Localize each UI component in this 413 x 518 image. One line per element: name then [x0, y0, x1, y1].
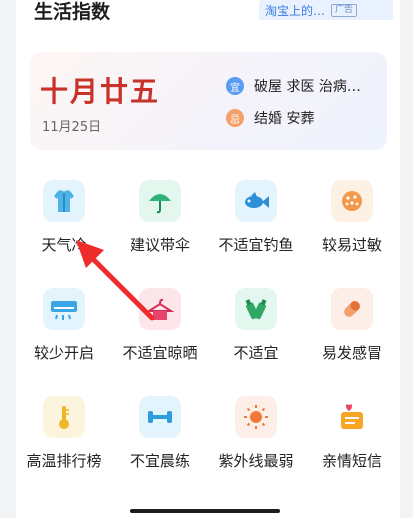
- section-title: 生活指数: [34, 1, 111, 23]
- index-label: 不适宜: [233, 344, 279, 362]
- index-label: 易发感冒: [321, 344, 382, 362]
- index-label: 天气冷: [41, 236, 87, 254]
- index-item-drying[interactable]: 不适宜晾晒: [112, 284, 208, 384]
- index-label: 不宜晨练: [129, 452, 190, 470]
- fish-icon: [235, 180, 277, 222]
- air-conditioner-icon: [43, 288, 85, 330]
- pollen-icon: [331, 180, 373, 222]
- index-label: 建议带伞: [129, 236, 190, 254]
- index-label: 较少开启: [33, 344, 94, 362]
- index-item-umbrella[interactable]: 建议带伞: [112, 176, 208, 276]
- index-label: 亲情短信: [321, 452, 382, 470]
- almanac-card[interactable]: 十月廿五 11月25日 宜 破屋 求医 治病… 忌 结婚 安葬: [30, 52, 387, 150]
- message-icon: [331, 396, 373, 438]
- lunar-date: 十月廿五: [40, 75, 161, 108]
- umbrella-icon: [139, 180, 181, 222]
- index-item-cold[interactable]: 易发感冒: [304, 284, 400, 384]
- index-item-ac[interactable]: 较少开启: [16, 284, 112, 384]
- index-item-drinking[interactable]: 不适宜: [208, 284, 304, 384]
- yi-text: 破屋 求医 治病…: [254, 79, 361, 95]
- ad-tag: 广告: [331, 3, 358, 17]
- ad-banner[interactable]: 淘宝上的… 广告: [259, 0, 393, 20]
- index-item-clothing[interactable]: 天气冷: [16, 176, 112, 276]
- index-item-allergy[interactable]: 较易过敏: [304, 176, 400, 276]
- pill-icon: [331, 288, 373, 330]
- sun-icon: [235, 396, 277, 438]
- solar-date: 11月25日: [42, 120, 102, 135]
- ji-row: 忌 结婚 安葬: [226, 108, 314, 128]
- home-indicator: [130, 509, 280, 513]
- bottles-icon: [235, 288, 277, 330]
- index-label: 不适宜钓鱼: [218, 236, 294, 254]
- index-label: 紫外线最弱: [218, 452, 294, 470]
- yi-row: 宜 破屋 求医 治病…: [226, 76, 361, 96]
- index-item-temperature[interactable]: 高温排行榜: [16, 392, 112, 492]
- index-item-message[interactable]: 亲情短信: [304, 392, 400, 492]
- index-item-exercise[interactable]: 不宜晨练: [112, 392, 208, 492]
- index-item-fishing[interactable]: 不适宜钓鱼: [208, 176, 304, 276]
- ad-text[interactable]: 淘宝上的…: [265, 2, 325, 19]
- yi-badge: 宜: [226, 77, 244, 95]
- index-item-uv[interactable]: 紫外线最弱: [208, 392, 304, 492]
- ji-text: 结婚 安葬: [254, 111, 315, 127]
- ji-badge: 忌: [226, 109, 244, 127]
- clothing-icon: [43, 180, 85, 222]
- index-label: 较易过敏: [321, 236, 382, 254]
- dumbbell-icon: [139, 396, 181, 438]
- index-label: 不适宜晾晒: [122, 344, 198, 362]
- thermometer-icon: [43, 396, 85, 438]
- index-label: 高温排行榜: [26, 452, 102, 470]
- drying-rack-icon: [139, 288, 181, 330]
